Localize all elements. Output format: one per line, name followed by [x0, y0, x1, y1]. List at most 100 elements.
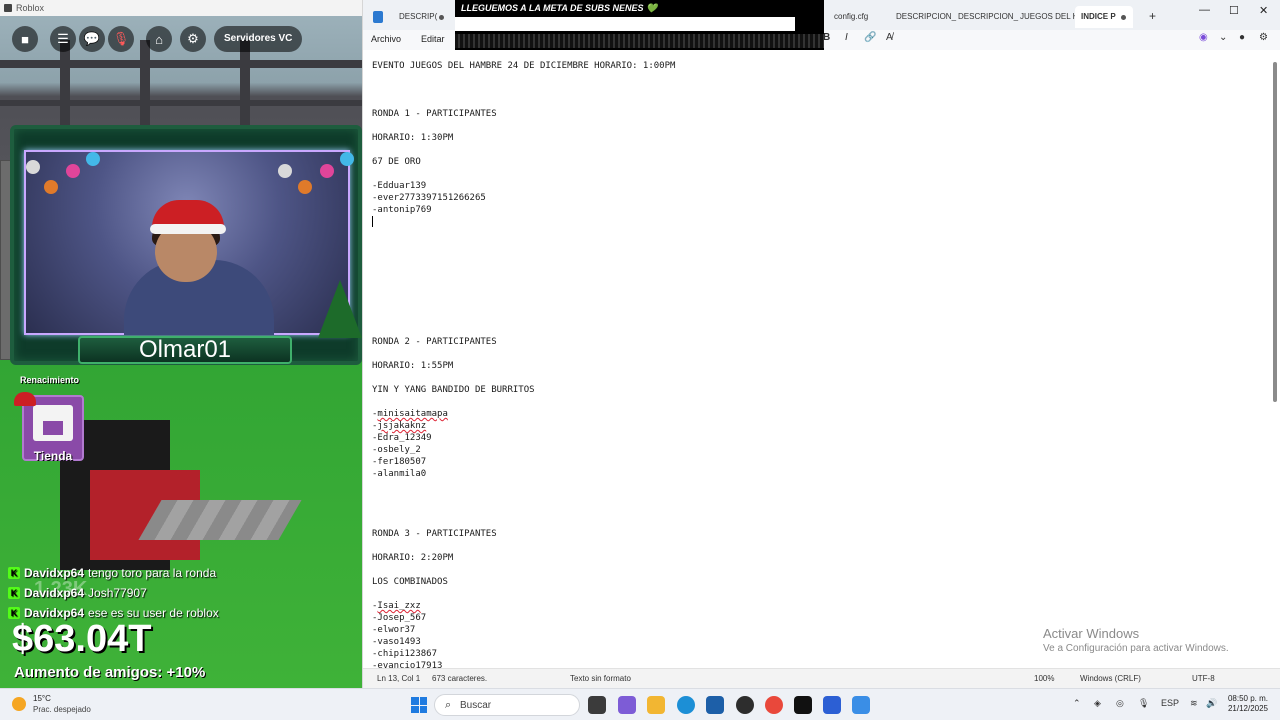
file-explorer-icon[interactable]: [647, 696, 665, 714]
account-icon[interactable]: ●: [1239, 32, 1245, 43]
task-view-icon[interactable]: [588, 696, 606, 714]
text-line: RONDA 2 - PARTICIPANTES: [372, 337, 497, 347]
tiktok-icon[interactable]: [794, 696, 812, 714]
text-line: RONDA 1 - PARTICIPANTES: [372, 109, 497, 119]
text-line: [372, 252, 1262, 264]
copilot-icon[interactable]: ◉: [1199, 32, 1208, 43]
activate-windows-subtitle: Ve a Configuración para activar Windows.: [1043, 643, 1229, 654]
tray-app-icon[interactable]: ◈: [1094, 698, 1101, 709]
encoding[interactable]: UTF-8: [1192, 674, 1215, 683]
vc-servers-button[interactable]: Servidores VC: [214, 26, 303, 52]
unsaved-dot-icon: [1121, 15, 1126, 20]
kick-badge-icon: K: [8, 567, 20, 579]
language-indicator[interactable]: ESP: [1161, 698, 1179, 708]
ornament-icon: [340, 152, 354, 166]
text-line: [372, 540, 1262, 552]
taskbar-search[interactable]: ⌕ Buscar: [434, 694, 580, 716]
text-line: YIN Y YANG BANDIDO DE BURRITOS: [372, 385, 535, 395]
text-line: [372, 84, 1262, 96]
text-line: [372, 492, 1262, 504]
notepad-app-icon: [373, 11, 383, 23]
subs-goal-count: 35: [798, 17, 811, 29]
tray-mic-icon[interactable]: 🎙: [1138, 698, 1149, 709]
obs-icon[interactable]: [736, 696, 754, 714]
chat-text: tengo toro para la ronda: [88, 566, 217, 580]
text-line: [372, 264, 1262, 276]
notepad-text-area[interactable]: EVENTO JUEGOS DEL HAMBRE 24 DE DICIEMBRE…: [372, 60, 1262, 672]
maximize-icon[interactable]: ☐: [1229, 4, 1239, 17]
minimize-icon[interactable]: —: [1199, 4, 1210, 16]
notepad-window[interactable]: DESCRIP( config.cfg DESCRIPCION_ DESCRIP…: [362, 0, 1280, 688]
ornament-icon: [26, 160, 40, 174]
bold-icon[interactable]: B: [823, 32, 830, 43]
notepad-status-bar: Ln 13, Col 1 673 caracteres. Texto sin f…: [363, 668, 1280, 688]
start-windows-icon[interactable]: [411, 697, 427, 713]
weather-temperature[interactable]: 15°C: [33, 694, 51, 703]
taskbar-clock[interactable]: 08:50 p. m. 21/12/2025: [1226, 694, 1268, 714]
text-line: -Isai_zxz: [372, 600, 1262, 612]
edge-browser-icon[interactable]: [677, 696, 695, 714]
shop-label: Tienda: [33, 449, 73, 463]
settings-gear-icon[interactable]: ⚙: [1259, 32, 1268, 43]
tab-juegos[interactable]: JUEGOS DEL H: [1020, 6, 1078, 28]
roblox-titlebar: Roblox: [0, 0, 362, 16]
kick-badge-icon: K: [8, 587, 20, 599]
weather-sun-icon[interactable]: [12, 697, 26, 711]
weather-condition[interactable]: Prac. despejado: [33, 705, 91, 714]
microphone-icon[interactable]: 🎙: [108, 26, 134, 52]
tab-config[interactable]: config.cfg: [834, 6, 868, 28]
zoom-level[interactable]: 100%: [1034, 674, 1054, 683]
ornament-icon: [66, 164, 80, 178]
rebirth-label[interactable]: Renacimiento: [20, 375, 79, 385]
menu-archivo[interactable]: Archivo: [371, 34, 401, 44]
tab-descrip[interactable]: DESCRIP(: [399, 6, 437, 28]
roblox-topbar: ■ ☰ 💬 🎙 ⌂ ⚙ Servidores VC: [0, 22, 362, 56]
tab-descripcion-1[interactable]: DESCRIPCION_: [896, 6, 956, 28]
copilot-app-icon[interactable]: [618, 696, 636, 714]
text-line: HORARIO: 1:55PM: [372, 361, 454, 371]
text-line: [372, 228, 1262, 240]
chevron-down-icon[interactable]: ⌄: [1219, 32, 1227, 43]
link-icon[interactable]: 🔗: [864, 32, 876, 43]
clear-format-icon[interactable]: A̸: [886, 32, 893, 43]
close-icon[interactable]: ✕: [1259, 4, 1268, 17]
text-line: [372, 300, 1262, 312]
line-ending[interactable]: Windows (CRLF): [1080, 674, 1141, 683]
text-line: [372, 348, 1262, 360]
roblox-menu-icon[interactable]: ■: [12, 26, 38, 52]
chrome-icon[interactable]: [765, 696, 783, 714]
roblox-window-title: Roblox: [16, 3, 45, 13]
italic-icon[interactable]: I: [845, 32, 848, 43]
vertical-scrollbar[interactable]: [1273, 62, 1277, 402]
volume-icon[interactable]: 🔊: [1206, 698, 1217, 709]
unsaved-dot-icon: [439, 15, 444, 20]
wifi-icon[interactable]: ≋: [1190, 698, 1198, 709]
roblox-window[interactable]: Roblox ■ ☰ 💬 🎙 ⌂ ⚙ Servidores VC Olmar01…: [0, 0, 362, 688]
tray-network-icon[interactable]: ◎: [1116, 698, 1124, 709]
text-line: [372, 324, 1262, 336]
text-line: RONDA 3 - PARTICIPANTES: [372, 529, 497, 539]
chat-icon[interactable]: 💬: [79, 26, 105, 52]
chat-message: K Davidxp64 Josh77907: [8, 583, 358, 603]
ornament-icon: [278, 164, 292, 178]
friends-bonus: Aumento de amigos: +10%: [14, 664, 206, 681]
text-line: -osbely_2: [372, 445, 421, 455]
scaffold-beam: [0, 60, 362, 68]
store-icon[interactable]: [706, 696, 724, 714]
menu-editar[interactable]: Editar: [421, 34, 445, 44]
spellcheck-word: jsjakaknz: [377, 421, 427, 431]
clock-time: 08:50 p. m.: [1227, 694, 1268, 703]
text-line: -minisaitamapa: [372, 408, 1262, 420]
tab-descripcion-2[interactable]: DESCRIPCION_: [958, 6, 1018, 28]
notepad-taskbar-icon[interactable]: [852, 696, 870, 714]
banner-decoration: [455, 34, 824, 48]
stream-chat: K Davidxp64 tengo toro para la ronda K D…: [8, 563, 358, 623]
settings-gear-icon[interactable]: ⚙: [180, 26, 206, 52]
new-tab-plus-icon[interactable]: +: [1149, 9, 1156, 23]
chat-message: K Davidxp64 tengo toro para la ronda: [8, 563, 358, 583]
tray-chevron-up-icon[interactable]: ⌃: [1073, 698, 1081, 709]
roblox-app-icon[interactable]: [823, 696, 841, 714]
text-line: [372, 96, 1262, 108]
backpack-icon[interactable]: ⌂: [146, 26, 172, 52]
hamburger-menu-icon[interactable]: ☰: [50, 26, 76, 52]
